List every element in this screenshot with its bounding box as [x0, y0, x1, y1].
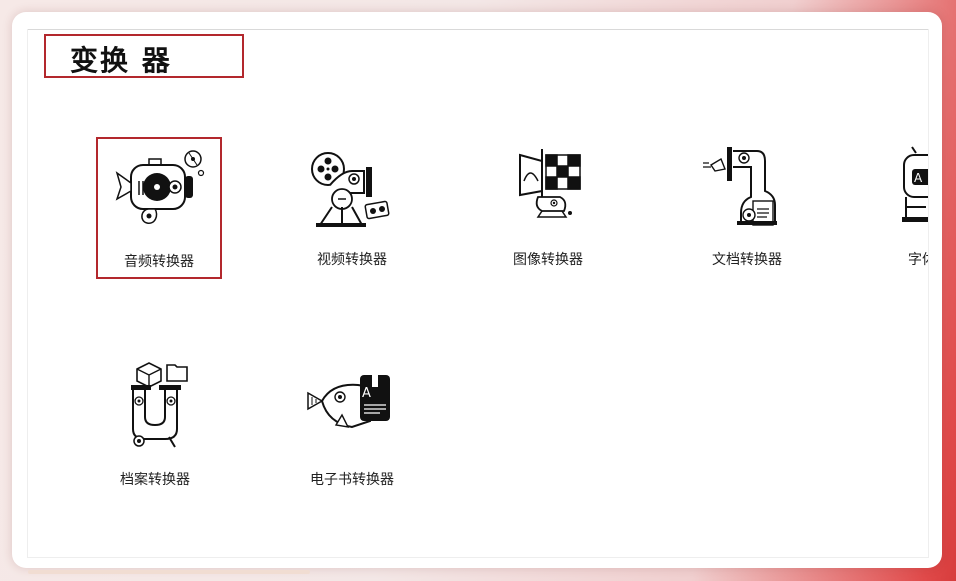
converter-label: 电子书转换器 — [310, 472, 394, 488]
converter-label: 字体转换器 — [908, 252, 928, 268]
image-converter-card[interactable]: 图像转换器 — [485, 137, 611, 279]
font-converter-card[interactable]: A 字体转换器 — [886, 137, 928, 279]
title-highlight-box: 变换 器 — [44, 34, 244, 78]
archive-converter-icon — [131, 362, 188, 448]
converters-panel: 变换 器 音频转换器 视频转换器 图像转换器 文档转换器 A 字 档案转换器 A… — [12, 12, 942, 568]
panel-left-border — [27, 29, 28, 557]
audio-converter-icon — [115, 150, 205, 224]
page-title: 变换 器 — [70, 44, 172, 77]
converter-label: 视频转换器 — [317, 252, 387, 268]
loading-progress-bar — [28, 570, 310, 574]
panel-bottom-border — [27, 557, 929, 558]
video-converter-card[interactable]: 视频转换器 — [289, 137, 415, 279]
ebook-converter-card[interactable]: A 电子书转换器 — [289, 357, 415, 499]
panel-right-border — [928, 29, 929, 557]
document-converter-icon — [703, 147, 777, 226]
converter-label: 文档转换器 — [712, 252, 782, 268]
video-converter-icon — [311, 152, 390, 227]
font-converter-icon: A — [902, 146, 928, 222]
audio-converter-card[interactable]: 音频转换器 — [96, 137, 222, 279]
ebook-converter-icon: A — [307, 375, 390, 429]
converter-label: 档案转换器 — [120, 472, 190, 488]
converter-label: 音频转换器 — [124, 254, 194, 270]
converter-label: 图像转换器 — [513, 252, 583, 268]
archive-converter-card[interactable]: 档案转换器 — [92, 357, 218, 499]
svg-text:A: A — [362, 386, 371, 401]
image-converter-icon — [519, 149, 581, 218]
document-converter-card[interactable]: 文档转换器 — [684, 137, 810, 279]
top-divider — [28, 29, 928, 30]
svg-text:A: A — [914, 171, 923, 185]
